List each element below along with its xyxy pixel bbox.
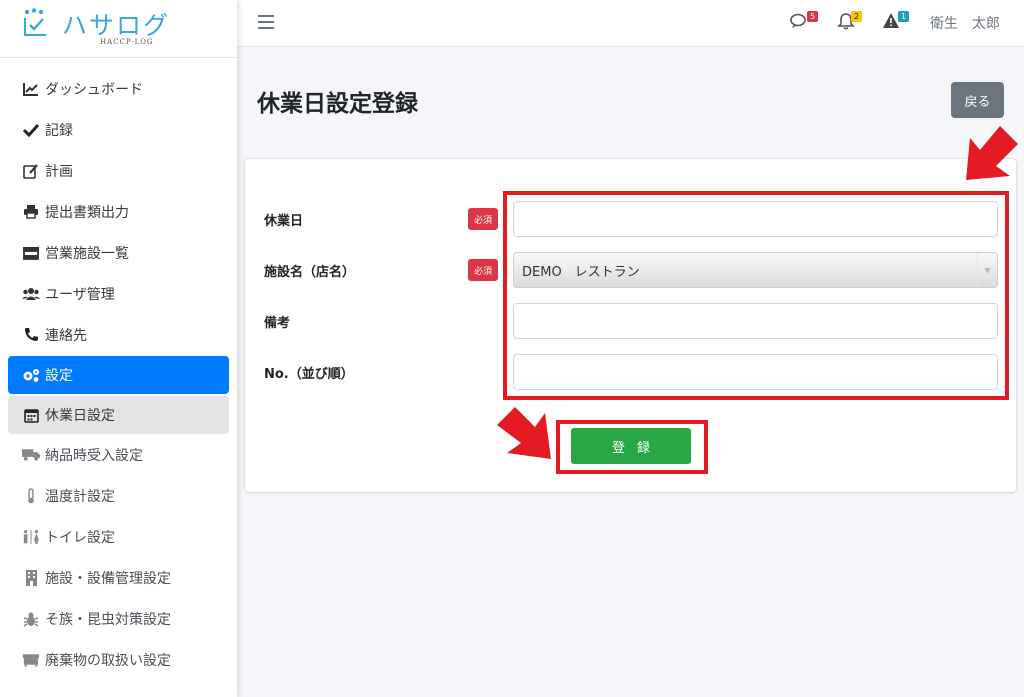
dumpster-icon [22, 652, 40, 668]
users-icon [22, 286, 40, 302]
sidebar: ハサログ HACCP-LOG ダッシュボード 記録 計画 提出書類出力 営業施設… [0, 0, 237, 697]
sidebar-item-documents[interactable]: 提出書類出力 [8, 191, 229, 232]
sidebar-item-label: ユーザ管理 [45, 286, 115, 303]
brand-subtitle: HACCP-LOG [100, 38, 154, 46]
sidebar-item-label: そ族・昆虫対策設定 [45, 611, 171, 628]
sidebar-item-label: 設定 [45, 368, 73, 384]
sidebar-item-holiday-settings[interactable]: 休業日設定 [8, 396, 229, 434]
sidebar-item-label: 温度計設定 [45, 488, 115, 505]
sidebar-item-records[interactable]: 記録 [8, 109, 229, 150]
phone-icon [22, 327, 40, 343]
page-title: 休業日設定登録 [257, 91, 418, 117]
notifications-count-badge: 2 [851, 11, 863, 22]
sidebar-item-settings[interactable]: 設定 [8, 356, 229, 394]
sidebar-item-equipment-settings[interactable]: 施設・設備管理設定 [8, 557, 229, 598]
sidebar-item-label: トイレ設定 [45, 529, 115, 546]
sidebar-nav: ダッシュボード 記録 計画 提出書類出力 営業施設一覧 ユーザ管理 連絡先 設定… [0, 68, 237, 680]
note-label: 備考 [264, 316, 291, 331]
back-button[interactable]: 戻る [951, 82, 1004, 118]
messages-count-badge: 5 [807, 11, 819, 22]
brand-name: ハサログ [62, 11, 171, 40]
sidebar-item-pest-settings[interactable]: そ族・昆虫対策設定 [8, 598, 229, 639]
alerts-count-badge: 1 [898, 11, 910, 22]
store-icon [22, 245, 40, 261]
sidebar-item-label: 営業施設一覧 [45, 245, 129, 262]
messages-button[interactable]: 5 [790, 11, 819, 32]
required-badge: 必須 [468, 208, 498, 230]
sidebar-item-plan[interactable]: 計画 [8, 150, 229, 191]
sidebar-item-delivery-settings[interactable]: 納品時受入設定 [8, 434, 229, 475]
gears-icon [22, 367, 40, 383]
sidebar-item-facilities[interactable]: 営業施設一覧 [8, 232, 229, 273]
restroom-icon [22, 529, 40, 545]
check-icon [22, 122, 40, 138]
sidebar-item-label: 連絡先 [45, 327, 87, 344]
checklist-logo-icon [24, 8, 46, 36]
sidebar-item-label: 休業日設定 [45, 408, 115, 424]
printer-icon [22, 204, 40, 220]
sidebar-item-label: 提出書類出力 [45, 204, 129, 221]
thermometer-icon [22, 487, 40, 504]
menu-toggle-icon[interactable] [258, 15, 274, 29]
building-icon [22, 569, 40, 586]
brand[interactable]: ハサログ HACCP-LOG [0, 0, 237, 58]
sidebar-item-label: ダッシュボード [45, 81, 143, 98]
truck-icon [22, 447, 40, 463]
sidebar-item-label: 施設・設備管理設定 [45, 570, 171, 587]
alerts-button[interactable]: 1 [882, 11, 910, 32]
submit-button[interactable]: 登録 [571, 428, 691, 464]
chart-line-icon [22, 81, 40, 97]
calendar-icon [22, 407, 40, 423]
sidebar-item-restroom-settings[interactable]: トイレ設定 [8, 516, 229, 557]
fields-highlight-box [503, 191, 1009, 400]
sidebar-item-dashboard[interactable]: ダッシュボード [8, 68, 229, 109]
sidebar-item-label: 記録 [45, 122, 73, 139]
arrow-down-left-icon [966, 126, 1018, 180]
holiday-label: 休業日 [264, 214, 304, 229]
user-menu[interactable]: 衛生 太郎 [930, 13, 1000, 33]
bug-icon [22, 611, 40, 627]
sidebar-item-thermometer-settings[interactable]: 温度計設定 [8, 475, 229, 516]
edit-icon [22, 163, 40, 179]
required-badge: 必須 [468, 259, 498, 281]
arrow-down-right-icon [497, 407, 551, 459]
sidebar-item-users[interactable]: ユーザ管理 [8, 273, 229, 314]
sidebar-item-label: 廃棄物の取扱い設定 [45, 652, 171, 669]
order-label: No.（並び順） [264, 367, 354, 382]
sidebar-item-label: 計画 [45, 163, 73, 180]
sidebar-item-waste-settings[interactable]: 廃棄物の取扱い設定 [8, 639, 229, 680]
facility-label: 施設名（店名） [264, 265, 356, 280]
sidebar-item-label: 納品時受入設定 [45, 447, 143, 464]
notifications-button[interactable]: 2 [837, 11, 863, 32]
sidebar-item-contacts[interactable]: 連絡先 [8, 314, 229, 355]
top-navbar: 5 2 1 衛生 太郎 [237, 0, 1024, 47]
